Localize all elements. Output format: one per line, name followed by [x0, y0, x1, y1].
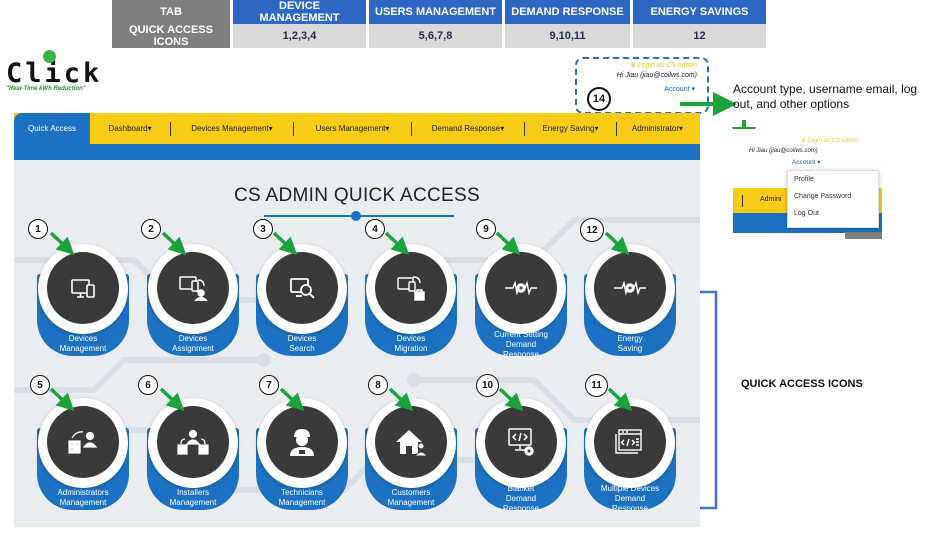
document-page: TAB DEVICE MANAGEMENT USERS MANAGEMENT D…	[0, 0, 925, 540]
callout-number: 6	[138, 375, 158, 395]
tile-pointer-arrows	[49, 231, 633, 411]
callout-number: 10	[476, 374, 499, 397]
callout-number: 11	[585, 374, 608, 397]
callout-number: 1	[28, 219, 48, 239]
callout-number: 4	[365, 219, 385, 239]
callout-number: 8	[368, 375, 388, 395]
callout-number: 5	[30, 375, 50, 395]
callout-number: 2	[141, 219, 161, 239]
callout-number: 7	[259, 375, 279, 395]
callout-number: 3	[253, 219, 273, 239]
callout-number: 12	[580, 218, 604, 242]
callout-number: 9	[476, 219, 496, 239]
